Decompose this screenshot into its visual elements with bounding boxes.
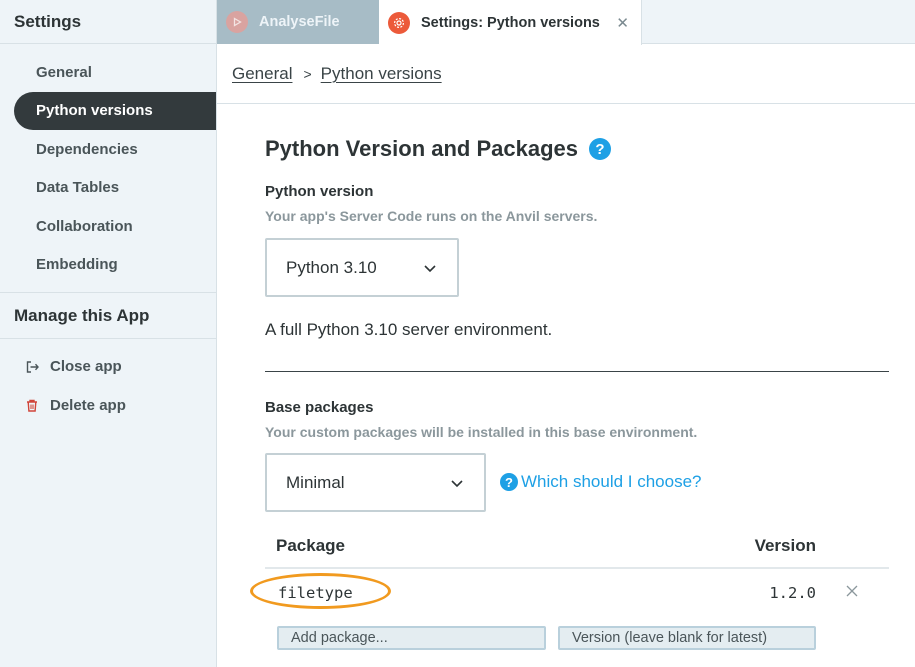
section-divider [265,371,889,372]
page-title: Python Version and Packages ? [265,136,612,162]
base-packages-select[interactable]: Minimal [265,453,486,512]
help-icon[interactable]: ? [589,138,612,160]
sidebar-item-python-versions[interactable]: Python versions [14,91,216,130]
packages-table-header: Package Version [265,528,889,569]
delete-app-label: Delete app [50,397,126,414]
close-app-label: Close app [50,358,122,375]
base-packages-label: Base packages [265,399,374,416]
table-row: filetype 1.2.0 [250,570,889,618]
column-header-version: Version [754,536,816,555]
python-version-select[interactable]: Python 3.10 [265,238,459,297]
settings-nav: General Python versions Dependencies Dat… [0,44,216,284]
python-version-label: Python version [265,183,374,200]
help-icon: ? [500,473,518,491]
sidebar-item-collaboration[interactable]: Collaboration [0,207,216,246]
editor-tabbar: AnalyseFile Settings: Python versions ✕ [217,0,915,45]
chevron-down-icon [424,264,436,272]
gear-icon [388,11,410,34]
base-packages-value: Minimal [286,472,345,492]
package-version-input[interactable] [558,626,816,650]
sidebar-item-dependencies[interactable]: Dependencies [0,130,216,169]
breadcrumb-separator: > [303,66,312,82]
close-app-button[interactable]: Close app [0,347,216,386]
manage-app-list: Close app Delete app [0,339,216,425]
environment-description: A full Python 3.10 server environment. [265,320,553,339]
which-should-i-choose-link[interactable]: ? Which should I choose? [500,472,702,492]
tab-label: Settings: Python versions [421,14,600,31]
base-packages-hint: Your custom packages will be installed i… [265,424,698,440]
sidebar-item-data-tables[interactable]: Data Tables [0,169,216,208]
package-version: 1.2.0 [769,584,816,602]
breadcrumb: General > Python versions [217,45,915,104]
package-name: filetype [278,584,353,602]
play-icon [226,11,248,33]
add-package-input[interactable] [277,626,546,650]
chevron-down-icon [451,479,463,487]
exit-icon [25,360,39,374]
sidebar-item-general[interactable]: General [0,53,216,92]
delete-app-button[interactable]: Delete app [0,386,216,425]
sidebar-title: Settings [0,0,216,44]
python-version-value: Python 3.10 [286,257,377,277]
sidebar: Settings General Python versions Depende… [0,0,217,667]
tab-settings-python-versions[interactable]: Settings: Python versions ✕ [379,0,642,45]
manage-app-title: Manage this App [0,293,216,339]
page-title-text: Python Version and Packages [265,136,579,161]
column-header-package: Package [276,536,345,555]
breadcrumb-python-versions[interactable]: Python versions [321,64,442,84]
close-tab-icon[interactable]: ✕ [616,14,629,32]
tab-label: AnalyseFile [259,14,340,30]
python-version-hint: Your app's Server Code runs on the Anvil… [265,208,598,224]
remove-package-icon[interactable] [845,584,859,598]
trash-icon [25,399,39,413]
which-should-i-choose-text: Which should I choose? [521,472,702,491]
breadcrumb-general[interactable]: General [232,64,292,84]
tab-analysefile[interactable]: AnalyseFile [217,0,379,44]
sidebar-item-embedding[interactable]: Embedding [0,246,216,285]
